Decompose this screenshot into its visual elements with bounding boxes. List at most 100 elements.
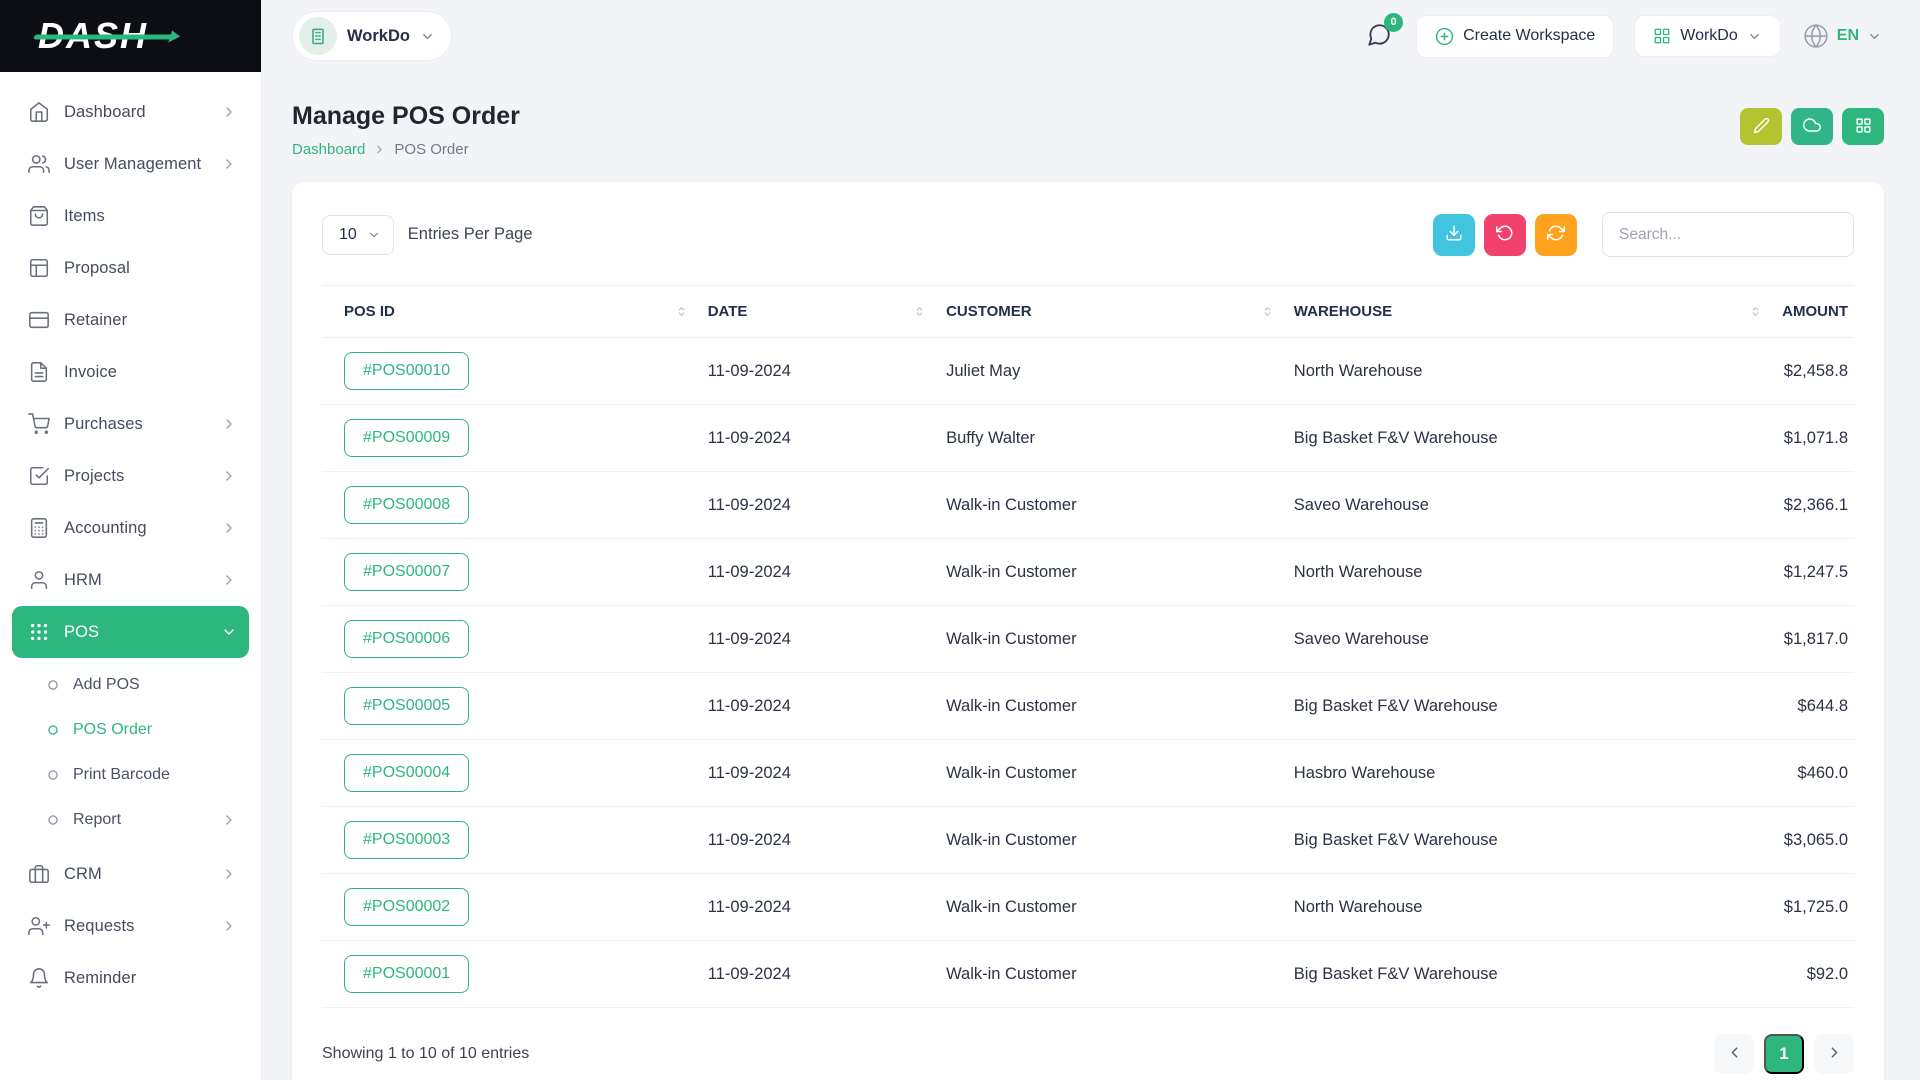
column-header-pos-id[interactable]: POS ID xyxy=(322,286,698,338)
cloud-shortcut-button[interactable] xyxy=(1791,108,1833,145)
pos-id-link[interactable]: #POS00003 xyxy=(344,821,469,859)
cell-customer: Walk-in Customer xyxy=(936,740,1284,807)
apps-icon xyxy=(28,621,50,643)
table-row: #POS0001011-09-2024Juliet MayNorth Wareh… xyxy=(322,338,1854,405)
column-header-amount[interactable]: AMOUNT xyxy=(1772,286,1854,338)
cell-amount: $460.0 xyxy=(1772,740,1854,807)
cell-pos-id: #POS00007 xyxy=(322,539,698,606)
sidebar-item-accounting[interactable]: Accounting xyxy=(12,502,249,554)
language-selector[interactable]: EN xyxy=(1801,17,1884,55)
app-logo[interactable]: DASH xyxy=(0,0,261,72)
sidebar-item-projects[interactable]: Projects xyxy=(12,450,249,502)
sidebar-subitem-print-barcode[interactable]: Print Barcode xyxy=(12,752,249,797)
pos-table-body: #POS0001011-09-2024Juliet MayNorth Wareh… xyxy=(322,338,1854,1008)
chevron-left-icon xyxy=(1726,1044,1743,1064)
sidebar-item-items[interactable]: Items xyxy=(12,190,249,242)
sidebar-subitem-add-pos[interactable]: Add POS xyxy=(12,662,249,707)
main-content: Manage POS Order Dashboard POS Order 10 xyxy=(262,72,1920,1080)
pos-id-link[interactable]: #POS00010 xyxy=(344,352,469,390)
circle-icon xyxy=(46,768,60,782)
chevron-down-icon xyxy=(420,29,435,44)
previous-page-button[interactable] xyxy=(1714,1034,1754,1074)
cell-pos-id: #POS00006 xyxy=(322,606,698,673)
sidebar-item-purchases[interactable]: Purchases xyxy=(12,398,249,450)
cell-amount: $3,065.0 xyxy=(1772,807,1854,874)
cell-date: 11-09-2024 xyxy=(698,807,936,874)
create-workspace-button[interactable]: Create Workspace xyxy=(1416,15,1614,58)
sidebar-subitem-report[interactable]: Report xyxy=(12,797,249,842)
search-input[interactable] xyxy=(1602,212,1854,257)
cell-amount: $644.8 xyxy=(1772,673,1854,740)
cell-customer: Walk-in Customer xyxy=(936,472,1284,539)
sidebar-item-retainer[interactable]: Retainer xyxy=(12,294,249,346)
column-header-warehouse[interactable]: WAREHOUSE xyxy=(1284,286,1772,338)
top-header: WorkDo 0 Create Workspace WorkDo EN xyxy=(262,0,1920,72)
pos-id-link[interactable]: #POS00001 xyxy=(344,955,469,993)
sidebar-item-crm[interactable]: CRM xyxy=(12,848,249,900)
pos-id-link[interactable]: #POS00002 xyxy=(344,888,469,926)
pos-id-link[interactable]: #POS00006 xyxy=(344,620,469,658)
page-head: Manage POS Order Dashboard POS Order xyxy=(292,94,1884,158)
sidebar-item-proposal[interactable]: Proposal xyxy=(12,242,249,294)
cell-customer: Walk-in Customer xyxy=(936,539,1284,606)
grid-view-button[interactable] xyxy=(1842,108,1884,145)
sort-icon xyxy=(1749,305,1762,318)
undo-button[interactable] xyxy=(1484,214,1526,256)
workspace-menu-button[interactable]: WorkDo xyxy=(1634,15,1781,57)
chevron-down-icon xyxy=(1867,29,1882,44)
pos-id-link[interactable]: #POS00004 xyxy=(344,754,469,792)
chevron-right-icon xyxy=(221,866,237,882)
globe-icon xyxy=(1803,23,1829,49)
cell-amount: $92.0 xyxy=(1772,941,1854,1008)
breadcrumb-dashboard-link[interactable]: Dashboard xyxy=(292,141,365,158)
pos-id-link[interactable]: #POS00008 xyxy=(344,486,469,524)
page-title: Manage POS Order xyxy=(292,102,520,131)
next-page-button[interactable] xyxy=(1814,1034,1854,1074)
page-1-button[interactable]: 1 xyxy=(1764,1034,1804,1074)
cell-date: 11-09-2024 xyxy=(698,941,936,1008)
table-row: #POS0000911-09-2024Buffy WalterBig Baske… xyxy=(322,405,1854,472)
sidebar-item-requests[interactable]: Requests xyxy=(12,900,249,952)
workspace-avatar xyxy=(299,17,337,55)
sidebar-subitem-pos-order[interactable]: POS Order xyxy=(12,707,249,752)
sidebar-item-pos[interactable]: POS xyxy=(12,606,249,658)
cell-customer: Walk-in Customer xyxy=(936,874,1284,941)
cell-warehouse: Big Basket F&V Warehouse xyxy=(1284,941,1772,1008)
sidebar-item-invoice[interactable]: Invoice xyxy=(12,346,249,398)
grid-icon xyxy=(1653,27,1671,45)
chevron-down-icon xyxy=(221,624,237,640)
messages-button[interactable]: 0 xyxy=(1362,18,1396,55)
refresh-button[interactable] xyxy=(1535,214,1577,256)
edit-shortcut-button[interactable] xyxy=(1740,108,1782,145)
sidebar-item-user-management[interactable]: User Management xyxy=(12,138,249,190)
entries-per-page-select[interactable]: 10 xyxy=(322,215,394,255)
table-toolbar: 10 Entries Per Page xyxy=(322,212,1854,257)
table-row: #POS00001 11-09-2024Walk-in CustomerBig B… xyxy=(322,941,1854,1008)
shopping-bag-icon xyxy=(28,205,50,227)
pos-id-link[interactable]: #POS00007 xyxy=(344,553,469,591)
export-button[interactable] xyxy=(1433,214,1475,256)
sidebar-item-dashboard[interactable]: Dashboard xyxy=(12,86,249,138)
cell-pos-id: #POS00010 xyxy=(322,338,698,405)
sidebar-item-reminder[interactable]: Reminder xyxy=(12,952,249,1004)
chevron-down-icon xyxy=(1747,29,1762,44)
file-text-icon xyxy=(28,361,50,383)
sidebar-item-hrm[interactable]: HRM xyxy=(12,554,249,606)
undo-icon xyxy=(1496,224,1514,245)
circle-icon xyxy=(46,723,60,737)
cell-date: 11-09-2024 xyxy=(698,405,936,472)
entries-per-page-value: 10 xyxy=(339,226,357,244)
cell-amount: $1,817.0 xyxy=(1772,606,1854,673)
workspace-switcher[interactable]: WorkDo xyxy=(292,11,452,61)
language-code: EN xyxy=(1837,27,1859,45)
cell-customer: Walk-in Customer xyxy=(936,941,1284,1008)
column-header-customer[interactable]: CUSTOMER xyxy=(936,286,1284,338)
cell-customer: Buffy Walter xyxy=(936,405,1284,472)
pos-id-link[interactable]: #POS00009 xyxy=(344,419,469,457)
quick-actions xyxy=(1740,108,1884,145)
pencil-icon xyxy=(1753,117,1770,137)
table-row: #POS0000811-09-2024Walk-in CustomerSaveo… xyxy=(322,472,1854,539)
chevron-right-icon xyxy=(221,416,237,432)
column-header-date[interactable]: DATE xyxy=(698,286,936,338)
pos-id-link[interactable]: #POS00005 xyxy=(344,687,469,725)
